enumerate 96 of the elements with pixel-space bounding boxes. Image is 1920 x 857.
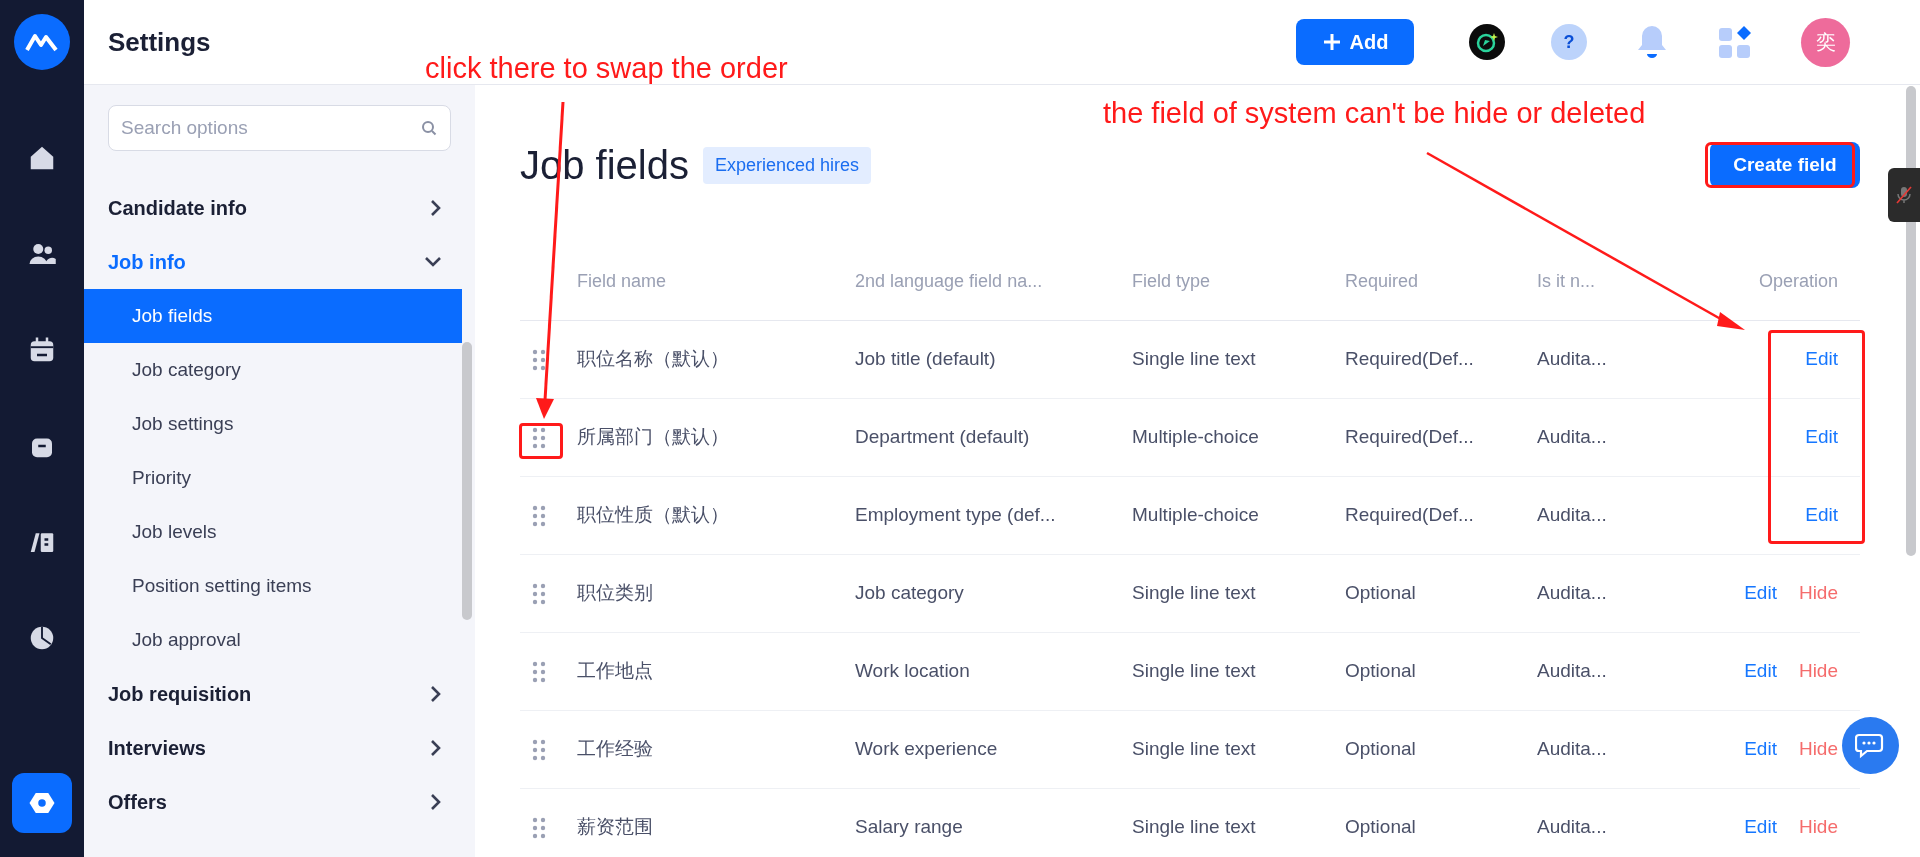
table-cell-text: 工作经验: [577, 737, 653, 762]
table-cell-text: 职位性质（默认）: [577, 503, 729, 528]
sidebar-item[interactable]: Job category: [84, 343, 462, 397]
sidebar-item[interactable]: Offers: [84, 775, 462, 829]
table-cell-text: Required(Def...: [1345, 425, 1474, 450]
column-header: 2nd language field na...: [855, 270, 1044, 293]
edit-link[interactable]: Edit: [1805, 501, 1838, 530]
column-header: Field type: [1132, 270, 1212, 293]
table-cell-text: Audita...: [1537, 503, 1607, 528]
table-cell-text: Audita...: [1537, 815, 1607, 840]
sidebar-item[interactable]: Job approval: [84, 613, 462, 667]
table-cell-text: Work location: [855, 659, 970, 684]
drag-handle-icon[interactable]: [532, 504, 546, 527]
table-cell-text: Audita...: [1537, 659, 1607, 684]
edit-link[interactable]: Edit: [1744, 813, 1777, 842]
table-cell-text: Department (default): [855, 425, 1030, 450]
scrollbar-thumb[interactable]: [462, 342, 472, 620]
search-field[interactable]: Search options: [108, 105, 451, 151]
chevron-right-icon: [430, 793, 442, 811]
sidebar-item[interactable]: Job levels: [84, 505, 462, 559]
edit-link[interactable]: Edit: [1744, 657, 1777, 686]
microphone-panel[interactable]: [1888, 168, 1920, 222]
table-cell-text: 工作地点: [577, 659, 653, 684]
chevron-down-icon: [424, 256, 442, 268]
table-cell-text: 薪资范围: [577, 815, 653, 840]
column-header: Required: [1345, 270, 1420, 293]
chat-button[interactable]: [1842, 717, 1899, 774]
hide-link[interactable]: Hide: [1798, 657, 1838, 686]
table-cell-text: 所属部门（默认）: [577, 425, 729, 450]
table-cell-text: Required(Def...: [1345, 503, 1474, 528]
table-cell-text: Optional: [1345, 581, 1416, 606]
muted-microphone-icon: [1895, 185, 1913, 205]
hide-link[interactable]: Hide: [1798, 579, 1838, 608]
drag-handle-icon[interactable]: [532, 426, 546, 449]
drag-handle-icon[interactable]: [532, 816, 546, 839]
column-header: Operation: [1757, 270, 1839, 293]
table-cell-text: Single line text: [1132, 581, 1256, 606]
hide-link[interactable]: Hide: [1798, 813, 1838, 842]
table-cell-text: Required(Def...: [1345, 347, 1474, 372]
drag-handle-icon[interactable]: [532, 582, 546, 605]
sidebar-item[interactable]: Job requisition: [84, 667, 462, 721]
table-cell-text: Single line text: [1132, 737, 1256, 762]
table-cell-text: 职位类别: [577, 581, 653, 606]
table-cell-text: Job category: [855, 581, 964, 606]
help-button[interactable]: ?: [1551, 24, 1587, 60]
table-cell-text: Optional: [1345, 659, 1416, 684]
table-cell-text: Multiple-choice: [1132, 503, 1259, 528]
sidebar-item[interactable]: Interviews: [84, 721, 462, 775]
sidebar-item[interactable]: Priority: [84, 451, 462, 505]
sidebar-item[interactable]: Job settings: [84, 397, 462, 451]
column-header: Is it n...: [1537, 270, 1597, 293]
table-cell-text: Single line text: [1132, 815, 1256, 840]
chevron-right-icon: [430, 199, 442, 217]
hiring-type-tag: Experienced hires: [703, 146, 872, 184]
apps-icon[interactable]: [1717, 24, 1753, 60]
column-header: Field name: [577, 270, 668, 293]
table-cell-text: Work experience: [855, 737, 998, 762]
page-header-title: Settings: [108, 25, 211, 59]
chevron-right-icon: [430, 739, 442, 757]
bell-icon[interactable]: [1635, 23, 1669, 61]
table-cell-text: Single line text: [1132, 347, 1256, 372]
edit-link[interactable]: Edit: [1744, 579, 1777, 608]
edit-link[interactable]: Edit: [1744, 735, 1777, 764]
edit-link[interactable]: Edit: [1805, 423, 1838, 452]
table-cell-text: Audita...: [1537, 581, 1607, 606]
chevron-right-icon: [430, 685, 442, 703]
sidebar-item[interactable]: Job info: [84, 235, 462, 289]
edit-link[interactable]: Edit: [1805, 345, 1838, 374]
search-icon: [421, 120, 437, 136]
table-cell-text: Job title (default): [855, 347, 996, 372]
compass-icon[interactable]: [1468, 23, 1506, 61]
table-cell-text: Audita...: [1537, 737, 1607, 762]
table-cell-text: Audita...: [1537, 425, 1607, 450]
table-cell-text: Audita...: [1537, 347, 1607, 372]
hide-link[interactable]: Hide: [1798, 735, 1838, 764]
drag-handle-icon[interactable]: [532, 738, 546, 761]
drag-handle-icon[interactable]: [532, 660, 546, 683]
annotation-text: click there to swap the order: [425, 51, 788, 86]
plus-icon: [1321, 32, 1342, 52]
annotation-text: the field of system can't be hide or deleted: [1103, 96, 1646, 131]
add-button[interactable]: Add: [1296, 19, 1414, 65]
highlight-frame: [519, 423, 563, 459]
table-cell-text: Optional: [1345, 815, 1416, 840]
sidebar-item[interactable]: Job fields: [84, 289, 462, 343]
table-cell-text: Single line text: [1132, 659, 1256, 684]
user-avatar[interactable]: 奕: [1801, 17, 1850, 67]
drag-handle-icon[interactable]: [532, 348, 546, 371]
table-cell-text: Multiple-choice: [1132, 425, 1259, 450]
table-cell-text: Employment type (def...: [855, 503, 1056, 528]
table-cell-text: Salary range: [855, 815, 963, 840]
sidebar-item[interactable]: Candidate info: [84, 181, 462, 235]
app-logo[interactable]: [14, 14, 70, 70]
sidebar-item[interactable]: Position setting items: [84, 559, 462, 613]
rail-button[interactable]: [12, 773, 72, 833]
table-cell-text: Optional: [1345, 737, 1416, 762]
table-cell-text: 职位名称（默认）: [577, 347, 729, 372]
